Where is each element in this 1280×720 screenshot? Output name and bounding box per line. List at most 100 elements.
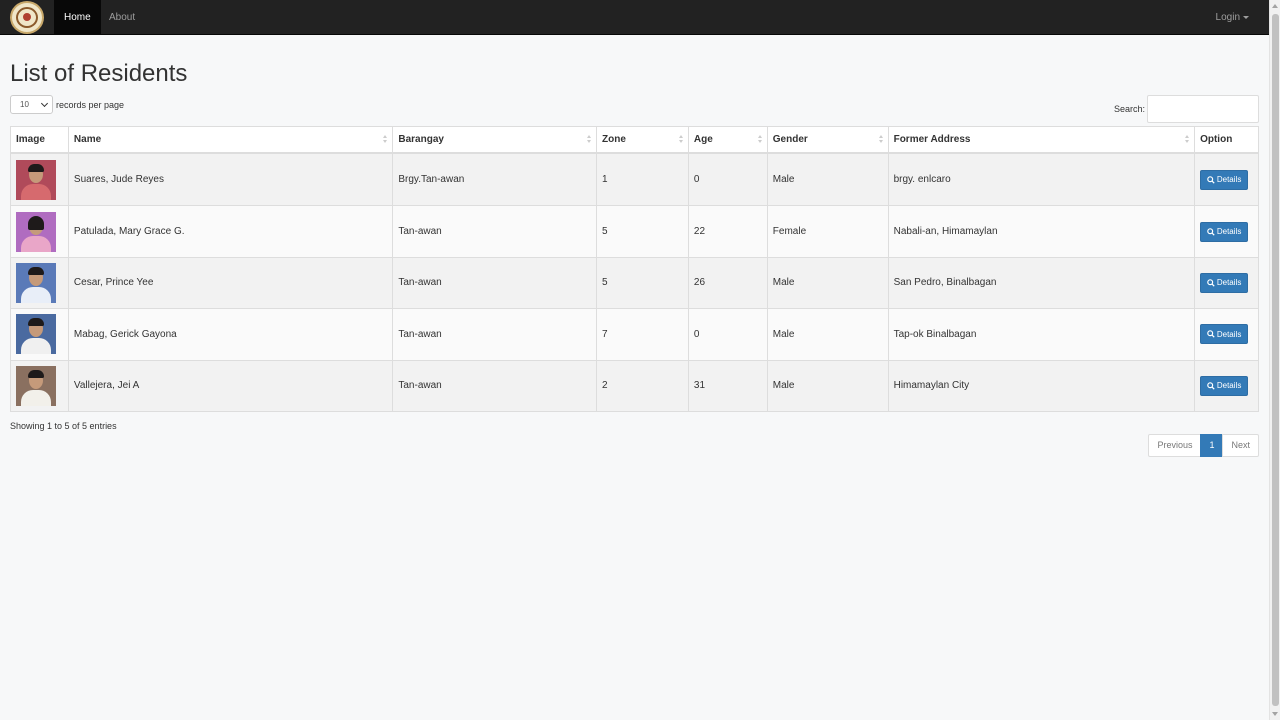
page-scrollbar[interactable] — [1269, 0, 1280, 720]
cell-age: 26 — [689, 257, 768, 309]
resident-photo — [16, 211, 56, 252]
resident-photo — [16, 262, 56, 303]
cell-zone: 7 — [597, 309, 689, 360]
brand-logo[interactable] — [10, 1, 44, 34]
nav-home[interactable]: Home — [54, 0, 101, 35]
pagination: Previous 1 Next — [1148, 434, 1259, 457]
details-button-label: Details — [1216, 381, 1242, 391]
pagination-page-1[interactable]: 1 — [1200, 434, 1224, 457]
photo-body — [21, 286, 51, 303]
header-barangay[interactable]: Barangay — [393, 127, 598, 152]
photo-hair — [28, 215, 44, 230]
details-button[interactable]: Details — [1200, 375, 1249, 396]
details-button[interactable]: Details — [1200, 324, 1249, 345]
records-per-page-select[interactable]: 10 — [10, 95, 53, 114]
chevron-down-icon — [40, 99, 49, 108]
cell-gender: Male — [768, 309, 889, 360]
cell-zone: 2 — [597, 360, 689, 411]
resident-photo — [16, 159, 56, 200]
photo-body — [21, 235, 51, 252]
nav-login-dropdown[interactable]: Login — [1206, 0, 1259, 35]
photo-body — [21, 389, 51, 406]
cell-gender: Male — [768, 360, 889, 411]
search-icon — [1207, 175, 1215, 184]
cell-age: 0 — [689, 309, 768, 360]
details-button-label: Details — [1216, 227, 1242, 237]
cell-gender: Male — [768, 154, 889, 206]
sort-icon — [678, 135, 684, 144]
cell-option: Details — [1195, 361, 1258, 411]
details-button[interactable]: Details — [1200, 221, 1249, 242]
photo-hair — [28, 369, 44, 378]
sort-icon — [383, 135, 388, 144]
cell-name: Suares, Jude Reyes — [69, 154, 394, 206]
records-per-page-label: records per page — [56, 99, 125, 110]
header-former-address[interactable]: Former Address — [889, 127, 1196, 152]
cell-zone: 5 — [597, 206, 689, 257]
cell-zone: 1 — [597, 154, 689, 206]
details-button[interactable]: Details — [1200, 169, 1249, 190]
header-barangay-label: Barangay — [398, 134, 444, 145]
cell-image — [11, 206, 69, 257]
details-button-label: Details — [1216, 329, 1242, 339]
scroll-down-arrow-icon[interactable] — [1272, 712, 1278, 716]
pagination-next[interactable]: Next — [1222, 434, 1259, 457]
sort-icon — [1185, 135, 1190, 144]
cell-barangay: Tan-awan — [393, 206, 598, 257]
cell-age: 22 — [689, 206, 768, 257]
pagination-previous[interactable]: Previous — [1148, 434, 1202, 457]
photo-hair — [28, 163, 44, 172]
cell-option: Details — [1195, 258, 1258, 308]
cell-name: Vallejera, Jei A — [69, 360, 394, 411]
cell-former-address: brgy. enlcaro — [889, 154, 1196, 206]
table-info: Showing 1 to 5 of 5 entries — [10, 421, 117, 431]
cell-age: 0 — [689, 154, 768, 206]
search-icon — [1207, 330, 1215, 339]
resident-photo — [16, 314, 56, 355]
header-zone-label: Zone — [602, 134, 626, 145]
cell-name: Cesar, Prince Yee — [69, 257, 394, 309]
header-age[interactable]: Age — [689, 127, 768, 152]
logo-core — [23, 13, 31, 21]
cell-name: Patulada, Mary Grace G. — [69, 206, 394, 257]
nav-about[interactable]: About — [99, 0, 145, 35]
cell-barangay: Tan-awan — [393, 257, 598, 309]
header-zone[interactable]: Zone — [597, 127, 689, 152]
table-row: Suares, Jude Reyes Brgy.Tan-awan 1 0 Mal… — [11, 154, 1258, 206]
cell-gender: Female — [768, 206, 889, 257]
cell-image — [11, 257, 69, 309]
cell-former-address: Tap-ok Binalbagan — [889, 309, 1196, 360]
photo-body — [21, 338, 51, 355]
caret-down-icon — [1243, 15, 1249, 19]
cell-age: 31 — [689, 360, 768, 411]
table-row: Cesar, Prince Yee Tan-awan 5 26 Male San… — [11, 256, 1258, 309]
search-icon — [1207, 227, 1215, 236]
scroll-up-arrow-icon[interactable] — [1272, 4, 1278, 8]
cell-barangay: Brgy.Tan-awan — [393, 154, 598, 206]
cell-image — [11, 360, 69, 411]
details-button[interactable]: Details — [1200, 272, 1249, 293]
navbar: Home About Login — [0, 0, 1269, 35]
photo-body — [21, 183, 51, 200]
search-input[interactable] — [1147, 95, 1259, 123]
header-age-label: Age — [693, 134, 713, 145]
table-body: Suares, Jude Reyes Brgy.Tan-awan 1 0 Mal… — [11, 154, 1258, 411]
scroll-thumb[interactable] — [1272, 14, 1279, 706]
table-row: Vallejera, Jei A Tan-awan 2 31 Male Hima… — [11, 359, 1258, 411]
cell-zone: 5 — [597, 257, 689, 309]
cell-former-address: Nabali-an, Himamaylan — [889, 206, 1196, 257]
nav-login-label: Login — [1215, 12, 1240, 23]
details-button-label: Details — [1216, 175, 1242, 185]
header-former-address-label: Former Address — [893, 134, 971, 145]
records-per-page-value: 10 — [20, 100, 29, 109]
table-row: Patulada, Mary Grace G. Tan-awan 5 22 Fe… — [11, 205, 1258, 257]
sort-icon — [878, 135, 884, 144]
header-gender-label: Gender — [772, 134, 808, 145]
sort-icon — [587, 135, 592, 144]
header-gender[interactable]: Gender — [768, 127, 889, 152]
cell-former-address: Himamaylan City — [889, 360, 1196, 411]
header-name[interactable]: Name — [69, 127, 394, 152]
search-icon — [1207, 279, 1215, 287]
cell-name: Mabag, Gerick Gayona — [69, 309, 394, 360]
residents-table: Image Name Barangay Zone Age Gender Form… — [10, 126, 1259, 412]
